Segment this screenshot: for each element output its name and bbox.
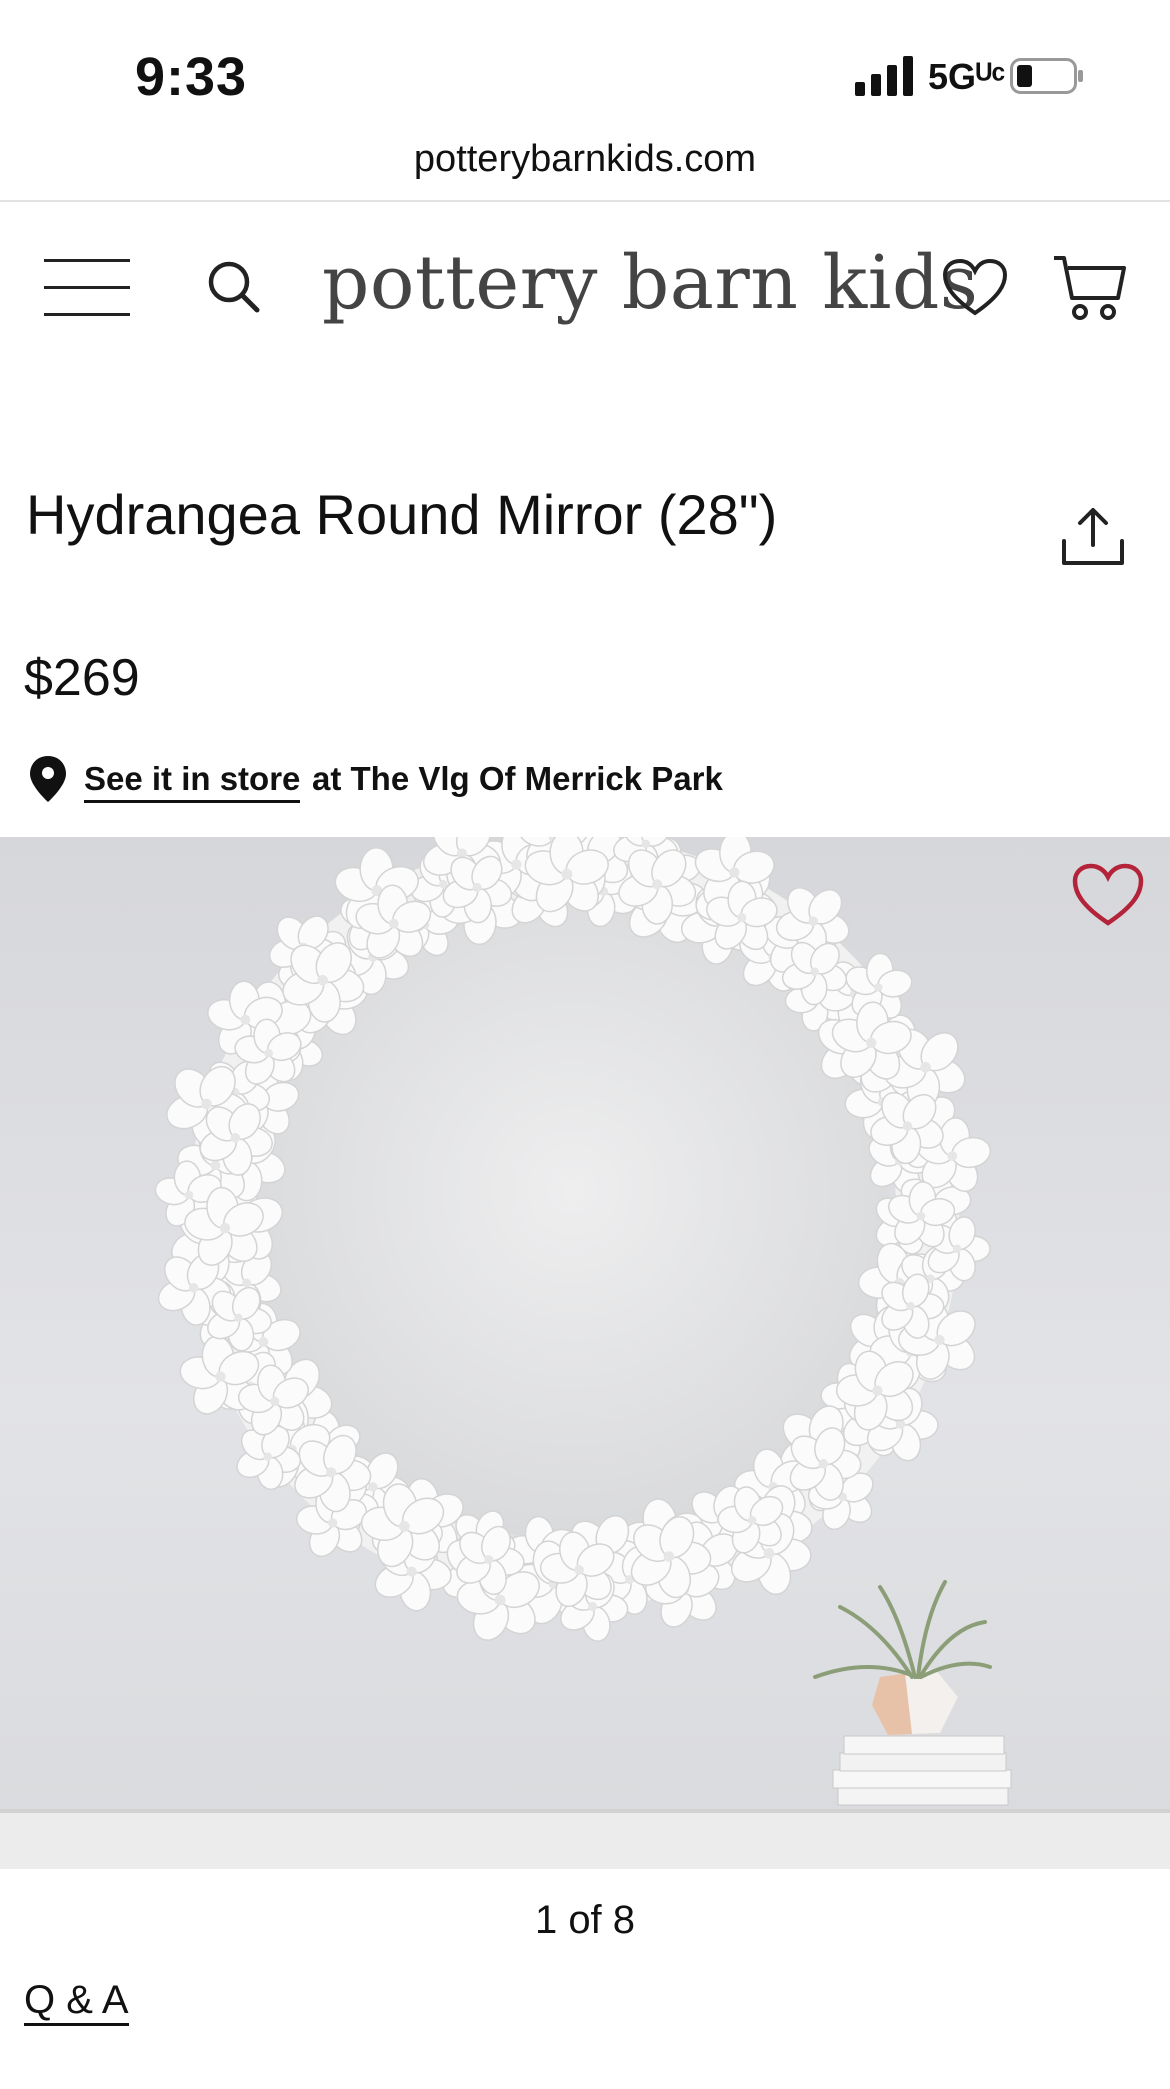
- location-pin-icon: [30, 756, 66, 802]
- brand-logo[interactable]: pottery barn kids: [322, 240, 978, 326]
- cart-icon[interactable]: [1052, 252, 1128, 324]
- favorite-heart-icon[interactable]: [1072, 863, 1144, 929]
- search-icon[interactable]: [204, 257, 264, 317]
- image-counter: 1 of 8: [534, 1898, 636, 1942]
- qa-link[interactable]: Q & A: [24, 1978, 129, 2026]
- site-header: pottery barn kids: [0, 202, 1170, 372]
- product-price: $269: [24, 649, 140, 707]
- menu-icon[interactable]: [44, 259, 130, 319]
- network-label: 5Gᵁᶜ: [928, 56, 1006, 97]
- battery-icon: [1010, 58, 1083, 94]
- url-bar[interactable]: potterybarnkids.com: [0, 138, 1170, 181]
- heart-icon[interactable]: [942, 258, 1008, 318]
- status-bar: 9:33 5Gᵁᶜ potterybarnkids.com: [0, 0, 1170, 180]
- share-icon[interactable]: [1060, 505, 1126, 567]
- store-location-text: at The Vlg Of Merrick Park: [312, 760, 723, 797]
- signal-icon: [855, 56, 913, 96]
- product-image: [0, 837, 1170, 1869]
- product-image-gallery[interactable]: [0, 837, 1170, 1869]
- product-title: Hydrangea Round Mirror (28"): [26, 483, 778, 546]
- status-time: 9:33: [135, 47, 248, 107]
- see-in-store-link[interactable]: See it in store: [84, 760, 301, 803]
